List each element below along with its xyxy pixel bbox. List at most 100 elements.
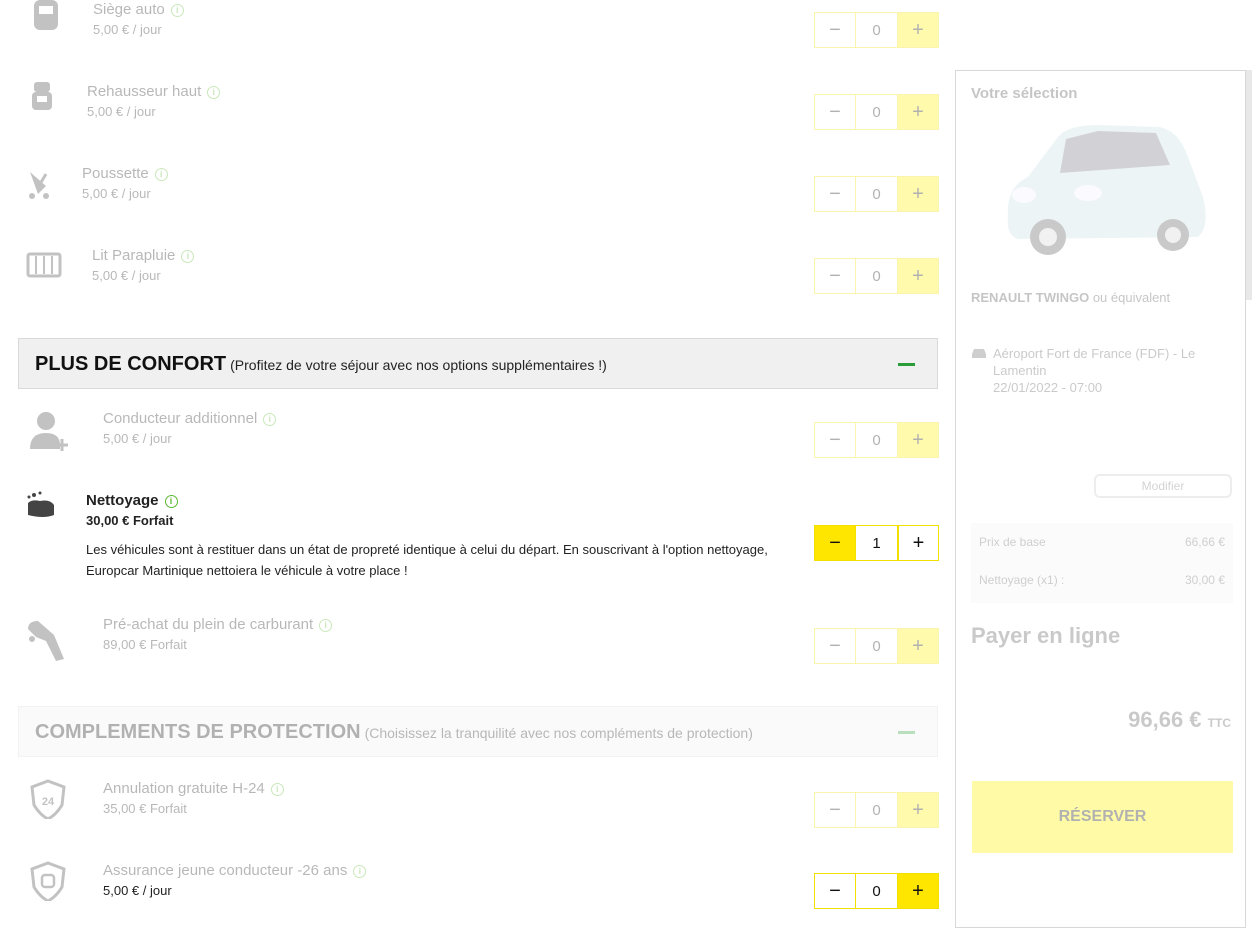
option-price: 30,00 € Forfait bbox=[86, 513, 174, 528]
option-row-young-driver: Assurance jeune conducteur -26 ans i 5,00… bbox=[0, 861, 940, 935]
option-name: Pré-achat du plein de carburant i bbox=[103, 615, 333, 635]
option-price: 5,00 € / jour bbox=[93, 22, 162, 37]
option-row-fuel: Pré-achat du plein de carburant i 89,00 €… bbox=[0, 615, 940, 675]
collapse-icon[interactable] bbox=[898, 731, 915, 734]
svg-text:24: 24 bbox=[42, 796, 55, 808]
info-icon[interactable]: i bbox=[263, 413, 277, 426]
option-row-stroller: Poussette i 5,00 € / jour − 0 + bbox=[0, 164, 940, 224]
section-subtitle: (Choisissez la tranquilité avec nos comp… bbox=[364, 725, 753, 741]
option-name: Rehausseur haut i bbox=[87, 82, 221, 102]
increase-button[interactable]: + bbox=[898, 13, 938, 47]
quantity-stepper: − 0 + bbox=[814, 176, 939, 212]
option-name: Poussette i bbox=[82, 164, 168, 184]
option-row-travel-cot: Lit Parapluie i 5,00 € / jour − 0 + bbox=[0, 246, 940, 306]
pickup-location: Aéroport Fort de France (FDF) - Le Lamen… bbox=[971, 345, 1223, 396]
fuel-pump-icon bbox=[28, 621, 64, 661]
extras-page: Siège auto i 5,00 € / jour − 0 + Rehausse… bbox=[0, 0, 1256, 935]
decrease-button[interactable]: − bbox=[815, 423, 855, 457]
price-line: Nettoyage (x1) :30,00 € bbox=[979, 573, 1225, 587]
info-icon[interactable]: i bbox=[319, 619, 333, 632]
decrease-button[interactable]: − bbox=[815, 259, 855, 293]
increase-button[interactable]: + bbox=[898, 526, 938, 560]
price-line: Prix de base 66,66 € bbox=[979, 535, 1225, 549]
info-icon[interactable]: i bbox=[170, 4, 184, 17]
decrease-button[interactable]: − bbox=[815, 177, 855, 211]
quantity-value: 0 bbox=[855, 629, 898, 663]
option-name: Annulation gratuite H-24 i bbox=[103, 779, 284, 799]
stroller-icon bbox=[29, 172, 49, 199]
section-header-protection[interactable]: COMPLEMENTS DE PROTECTION (Choisissez la … bbox=[18, 706, 938, 757]
price-breakdown: Prix de base 66,66 € Nettoyage (x1) :30,0… bbox=[971, 523, 1233, 603]
reserve-button[interactable]: RÉSERVER bbox=[972, 781, 1233, 853]
decrease-button[interactable]: − bbox=[815, 526, 855, 560]
sidebar-title: Votre sélection bbox=[971, 85, 1078, 102]
shield-24h-icon: 24 bbox=[30, 779, 66, 819]
increase-button[interactable]: + bbox=[898, 629, 938, 663]
info-icon[interactable]: i bbox=[270, 783, 284, 796]
total-price: 96,66 € TTC bbox=[1128, 707, 1231, 732]
option-row-free-cancellation: 24 Annulation gratuite H-24 i 35,00 € For… bbox=[0, 779, 940, 839]
quantity-value: 0 bbox=[855, 177, 898, 211]
option-price: 5,00 € / jour bbox=[87, 104, 156, 119]
option-name: Assurance jeune conducteur -26 ans i bbox=[103, 861, 367, 881]
info-icon[interactable]: i bbox=[154, 168, 168, 181]
info-icon[interactable]: i bbox=[353, 865, 367, 878]
option-row-cleaning: Nettoyage i 30,00 € Forfait Les véhicules… bbox=[0, 491, 940, 591]
car-icon bbox=[972, 349, 986, 358]
decrease-button[interactable]: − bbox=[815, 629, 855, 663]
option-name: Conducteur additionnel i bbox=[103, 409, 277, 429]
additional-driver-icon bbox=[30, 412, 68, 451]
info-icon[interactable]: i bbox=[181, 250, 195, 263]
increase-button[interactable]: + bbox=[898, 177, 938, 211]
cleaning-icon bbox=[27, 491, 54, 517]
decrease-button[interactable]: − bbox=[815, 13, 855, 47]
quantity-value: 0 bbox=[855, 259, 898, 293]
modify-button[interactable]: Modifier bbox=[1094, 474, 1232, 498]
quantity-stepper: − 0 + bbox=[814, 12, 939, 48]
car-seat-icon bbox=[34, 0, 58, 30]
section-title: COMPLEMENTS DE PROTECTION (Choisissez la … bbox=[35, 721, 753, 743]
quantity-stepper: − 0 + bbox=[814, 422, 939, 458]
quantity-value: 0 bbox=[855, 793, 898, 827]
collapse-icon[interactable] bbox=[898, 363, 915, 366]
increase-button[interactable]: + bbox=[898, 423, 938, 457]
option-name: Siège auto i bbox=[93, 0, 184, 20]
option-price: 35,00 € Forfait bbox=[103, 801, 187, 816]
quantity-value: 0 bbox=[855, 874, 898, 908]
section-title: PLUS DE CONFORT (Profitez de votre séjour… bbox=[35, 353, 607, 375]
option-price: 5,00 € / jour bbox=[103, 431, 172, 446]
quantity-stepper: − 0 + bbox=[814, 628, 939, 664]
increase-button[interactable]: + bbox=[898, 259, 938, 293]
option-row-car-seat: Siège auto i 5,00 € / jour − 0 + bbox=[0, 0, 940, 60]
increase-button[interactable]: + bbox=[898, 874, 938, 908]
option-description: Les véhicules sont à restituer dans un é… bbox=[86, 542, 768, 578]
decrease-button[interactable]: − bbox=[815, 874, 855, 908]
quantity-stepper: − 0 + bbox=[814, 258, 939, 294]
quantity-stepper: − 0 + bbox=[814, 873, 939, 909]
shield-driver-icon bbox=[30, 861, 66, 901]
pay-online-title: Payer en ligne bbox=[971, 623, 1121, 648]
decrease-button[interactable]: − bbox=[815, 95, 855, 129]
option-name: Lit Parapluie i bbox=[92, 246, 195, 266]
quantity-value: 0 bbox=[855, 423, 898, 457]
option-row-additional-driver: Conducteur additionnel i 5,00 € / jour − … bbox=[0, 409, 940, 469]
option-name: Nettoyage i bbox=[86, 491, 786, 511]
info-icon[interactable]: i bbox=[164, 495, 178, 508]
quantity-stepper: − 0 + bbox=[814, 94, 939, 130]
selection-sidebar: Votre sélection RENAULT TWINGO ou équiva… bbox=[955, 70, 1246, 928]
decrease-button[interactable]: − bbox=[815, 793, 855, 827]
section-subtitle: (Profitez de votre séjour avec nos optio… bbox=[230, 357, 607, 373]
option-price: 89,00 € Forfait bbox=[103, 637, 187, 652]
option-price: 5,00 € / jour bbox=[82, 186, 151, 201]
option-price: 5,00 € / jour bbox=[103, 883, 172, 898]
section-header-comfort[interactable]: PLUS DE CONFORT (Profitez de votre séjour… bbox=[18, 338, 938, 389]
info-icon[interactable]: i bbox=[207, 86, 221, 99]
sidebar-scrollbar[interactable] bbox=[1246, 70, 1252, 300]
quantity-stepper: − 1 + bbox=[814, 525, 939, 561]
increase-button[interactable]: + bbox=[898, 793, 938, 827]
travel-cot-icon bbox=[26, 252, 62, 278]
quantity-value: 0 bbox=[855, 13, 898, 47]
booster-seat-icon bbox=[32, 82, 52, 110]
increase-button[interactable]: + bbox=[898, 95, 938, 129]
car-image bbox=[1007, 125, 1206, 255]
